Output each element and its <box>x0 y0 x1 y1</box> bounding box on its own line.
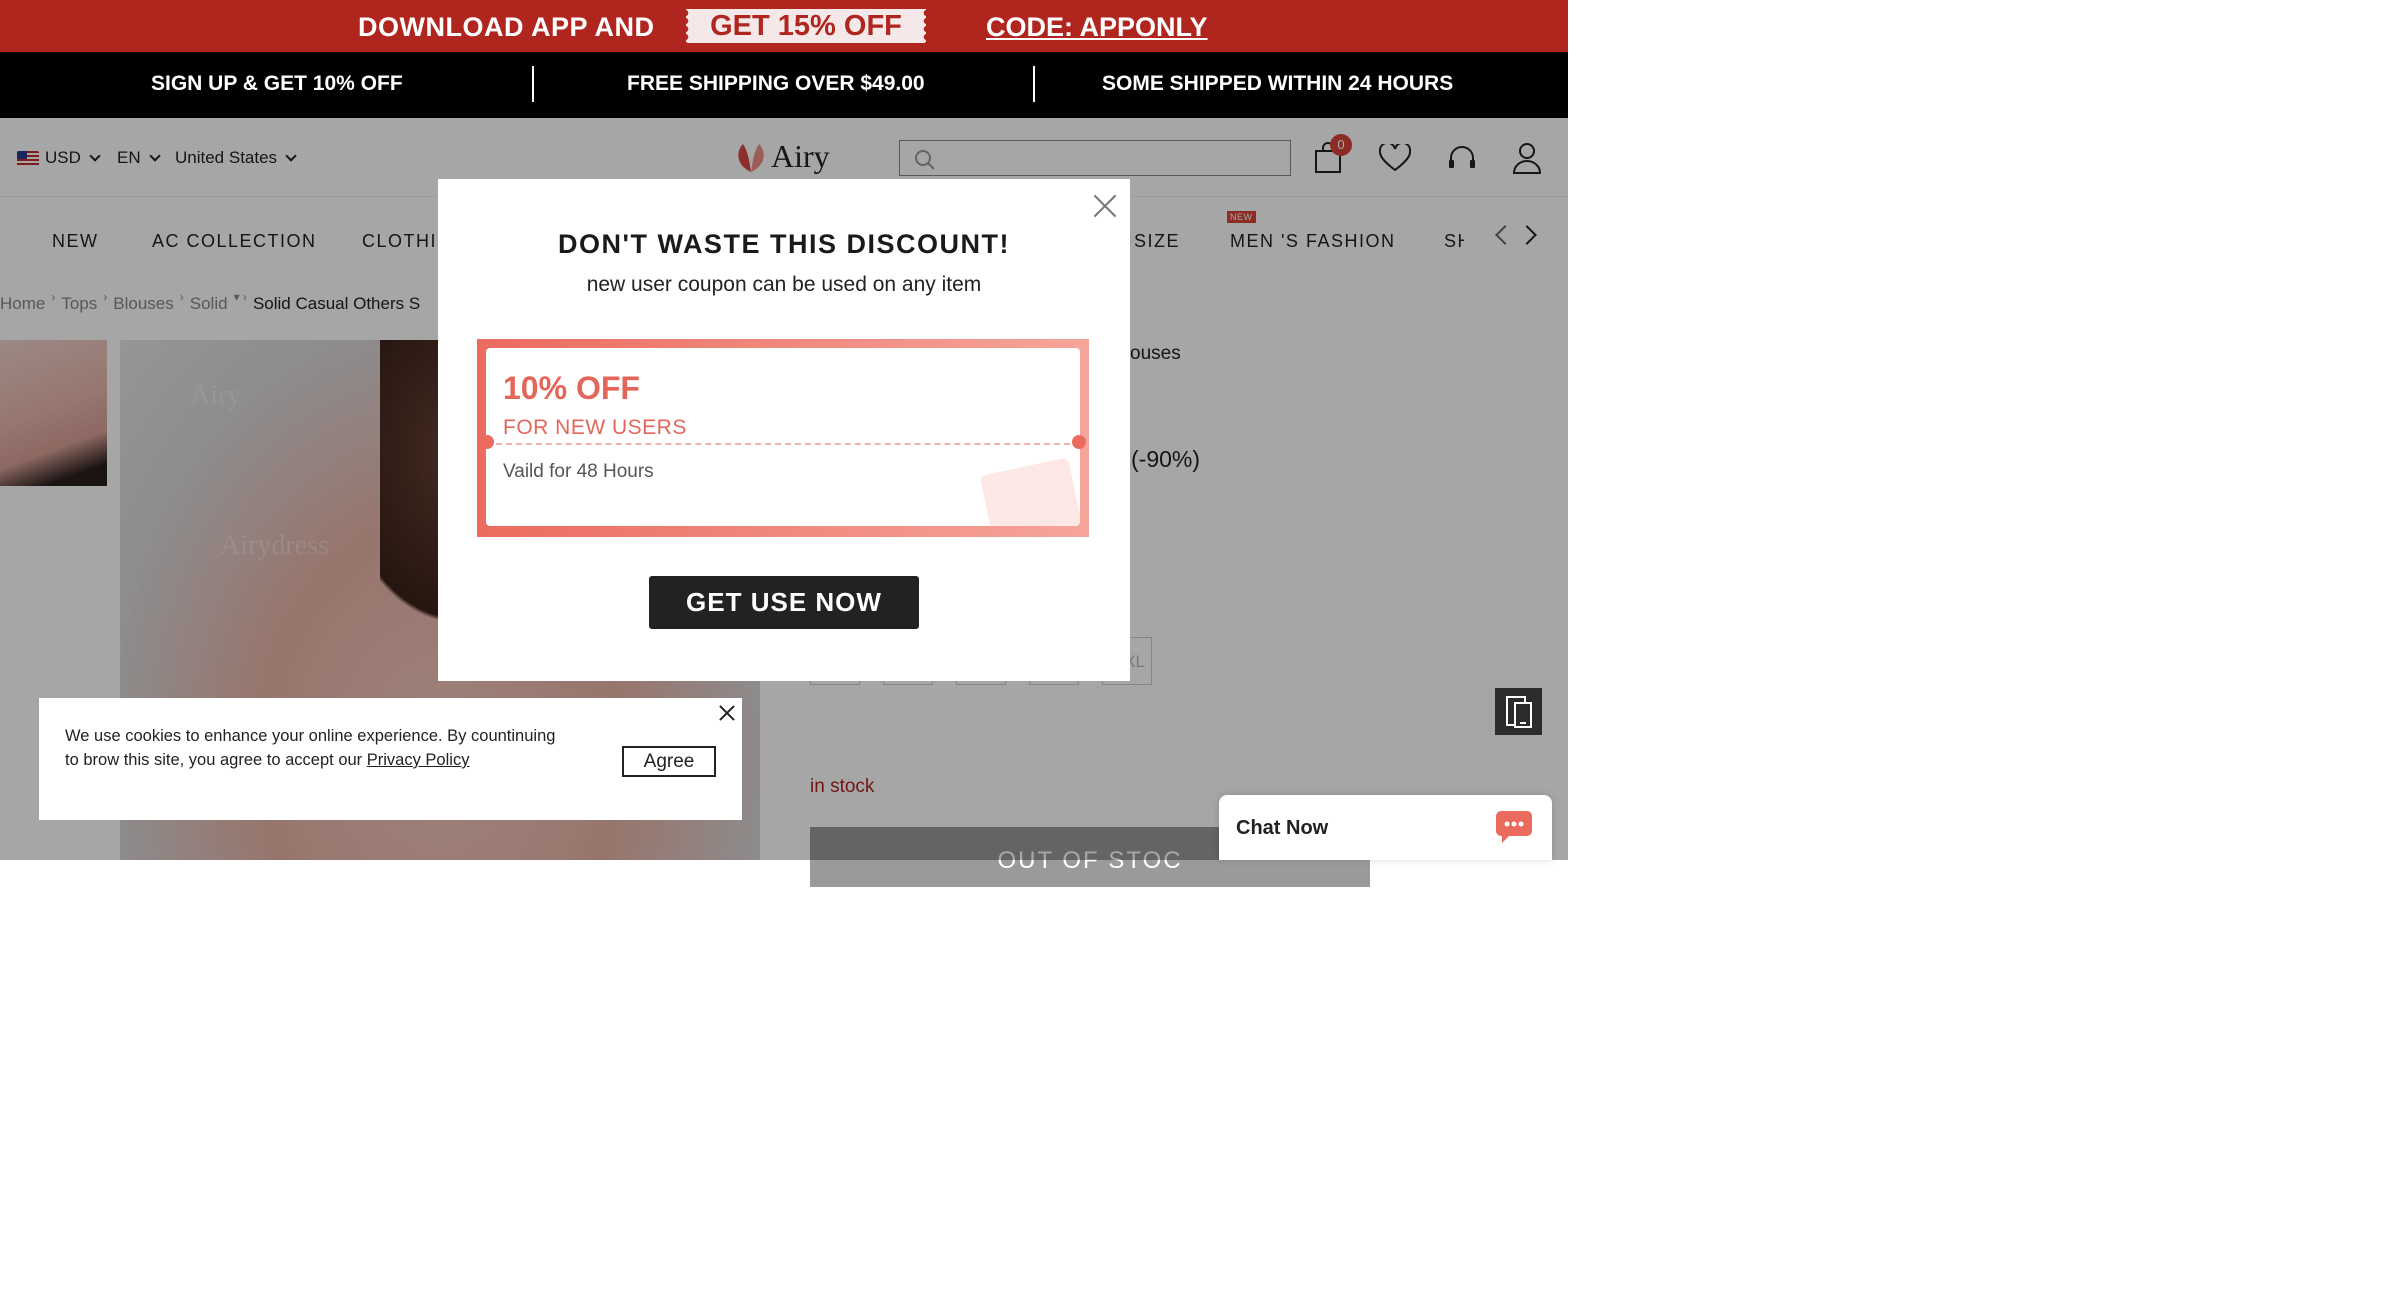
device-switch-button[interactable] <box>1495 688 1542 735</box>
promo-ticket: GET 15% OFF <box>685 9 926 43</box>
divider <box>532 66 534 102</box>
close-icon[interactable] <box>1092 193 1118 219</box>
coupon-inner: 10% OFF FOR NEW USERS Vaild for 48 Hours <box>486 348 1080 526</box>
modal-title: DON'T WASTE THIS DISCOUNT! <box>558 229 1010 259</box>
chat-bubble-icon <box>1496 811 1532 843</box>
promo-text: DOWNLOAD APP AND <box>358 12 655 42</box>
coupon-subtitle: FOR NEW USERS <box>503 416 687 439</box>
agree-button[interactable]: Agree <box>622 746 716 777</box>
mobile-device-icon <box>1506 696 1532 728</box>
coupon-validity: Vaild for 48 Hours <box>503 461 654 482</box>
coupon-notch <box>1072 435 1086 449</box>
benefit-fast-ship[interactable]: SOME SHIPPED WITHIN 24 HOURS <box>1102 72 1453 96</box>
coupon-card: 10% OFF FOR NEW USERS Vaild for 48 Hours <box>477 339 1089 537</box>
privacy-policy-link[interactable]: Privacy Policy <box>367 751 470 769</box>
benefit-signup[interactable]: SIGN UP & GET 10% OFF <box>151 72 403 96</box>
gift-box-icon <box>979 457 1080 526</box>
coupon-amount: 10% OFF <box>503 370 640 406</box>
chat-label: Chat Now <box>1236 817 1329 839</box>
cookie-banner: We use cookies to enhance your online ex… <box>39 698 742 820</box>
get-use-now-button[interactable]: GET USE NOW <box>649 576 919 629</box>
divider <box>1033 66 1035 102</box>
promo-banner[interactable]: DOWNLOAD APP AND GET 15% OFF CODE: APPON… <box>0 0 1568 52</box>
chat-widget[interactable]: Chat Now <box>1219 795 1552 860</box>
coupon-divider <box>486 443 1080 445</box>
benefits-bar: SIGN UP & GET 10% OFF FREE SHIPPING OVER… <box>0 52 1568 118</box>
close-icon[interactable] <box>719 705 735 721</box>
benefit-shipping[interactable]: FREE SHIPPING OVER $49.00 <box>627 72 925 96</box>
cookie-text: We use cookies to enhance your online ex… <box>65 727 556 769</box>
promo-code-link[interactable]: CODE: APPONLY <box>986 12 1208 43</box>
modal-subtitle: new user coupon can be used on any item <box>586 273 982 296</box>
discount-modal: DON'T WASTE THIS DISCOUNT! new user coup… <box>438 179 1130 681</box>
coupon-notch <box>480 435 494 449</box>
